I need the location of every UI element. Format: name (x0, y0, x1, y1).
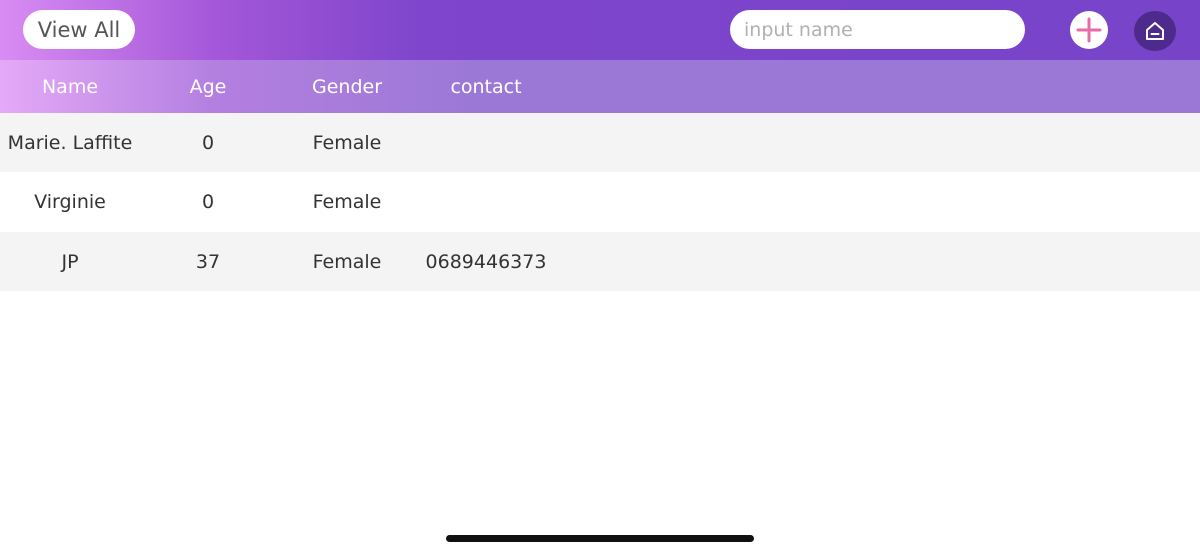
cell-age: 37 (195, 250, 221, 273)
table-row[interactable]: Virginie 0 Female (0, 172, 1200, 231)
column-header-gender[interactable]: Gender (297, 60, 397, 113)
home-icon (1146, 22, 1164, 40)
home-button[interactable] (1134, 11, 1176, 51)
app-root: View All Name Age Gender contact Marie. … (0, 0, 1200, 554)
view-all-button[interactable]: View All (23, 10, 135, 49)
home-indicator[interactable] (446, 535, 754, 542)
top-bar: View All (0, 0, 1200, 60)
column-header-age[interactable]: Age (158, 60, 258, 113)
search-input[interactable] (730, 10, 1025, 49)
add-button[interactable] (1070, 11, 1108, 49)
cell-contact: 0689446373 (425, 250, 547, 273)
cell-name: Marie. Laffite (7, 131, 133, 154)
column-header-contact[interactable]: contact (416, 60, 556, 113)
cell-age: 0 (201, 131, 215, 154)
cell-gender: Female (312, 250, 382, 273)
column-header-name[interactable]: Name (0, 60, 140, 113)
cell-contact (416, 113, 556, 172)
table-row[interactable]: JP 37 Female 0689446373 (0, 232, 1200, 291)
cell-gender: Female (312, 190, 382, 213)
cell-name: Virginie (34, 190, 106, 213)
table-row[interactable]: Marie. Laffite 0 Female (0, 113, 1200, 172)
table-header: Name Age Gender contact (0, 60, 1200, 113)
cell-gender: Female (312, 131, 382, 154)
cell-name: JP (61, 250, 79, 273)
cell-age: 0 (201, 190, 215, 213)
plus-icon (1076, 17, 1102, 43)
cell-contact (416, 172, 556, 231)
